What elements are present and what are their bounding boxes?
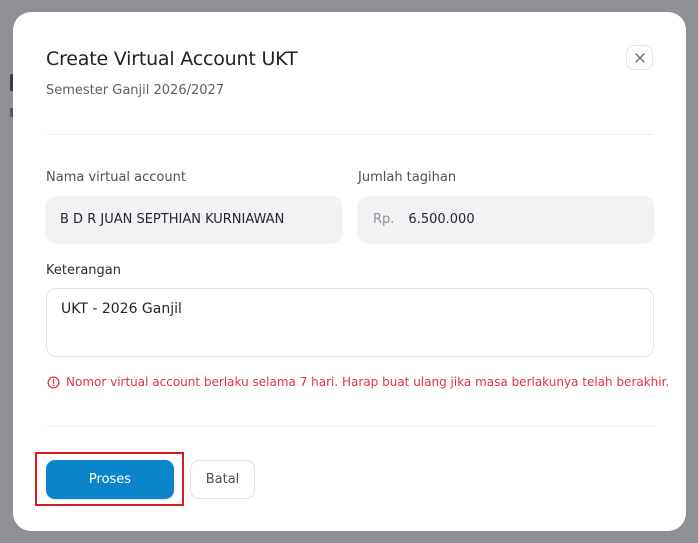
virtual-account-name-value: B D R JUAN SEPTHIAN KURNIAWAN: [60, 211, 285, 227]
proses-button[interactable]: Proses: [46, 460, 174, 499]
notes-value: UKT - 2026 Ganjil: [61, 301, 182, 317]
warning-text: Nomor virtual account berlaku selama 7 h…: [66, 375, 670, 389]
close-button[interactable]: [626, 45, 653, 70]
name-label: Nama virtual account: [46, 170, 186, 185]
amount-field[interactable]: Rp. 6.500.000: [358, 196, 654, 242]
modal-title: Create Virtual Account UKT: [46, 48, 298, 70]
modal-subtitle: Semester Ganjil 2026/2027: [46, 83, 225, 98]
batal-button[interactable]: Batal: [190, 460, 255, 499]
footer-divider: [46, 426, 653, 427]
virtual-account-name-field[interactable]: B D R JUAN SEPTHIAN KURNIAWAN: [46, 196, 342, 242]
create-virtual-account-modal: Create Virtual Account UKT Semester Ganj…: [13, 12, 686, 531]
alert-circle-icon: [47, 375, 60, 389]
header-divider: [46, 134, 653, 135]
notes-label: Keterangan: [46, 263, 121, 278]
currency-prefix: Rp.: [373, 211, 395, 227]
validity-warning: Nomor virtual account berlaku selama 7 h…: [47, 375, 669, 389]
amount-value: 6.500.000: [408, 211, 475, 227]
close-icon: [634, 52, 646, 64]
notes-textarea[interactable]: UKT - 2026 Ganjil: [46, 288, 654, 357]
amount-label: Jumlah tagihan: [358, 170, 457, 185]
